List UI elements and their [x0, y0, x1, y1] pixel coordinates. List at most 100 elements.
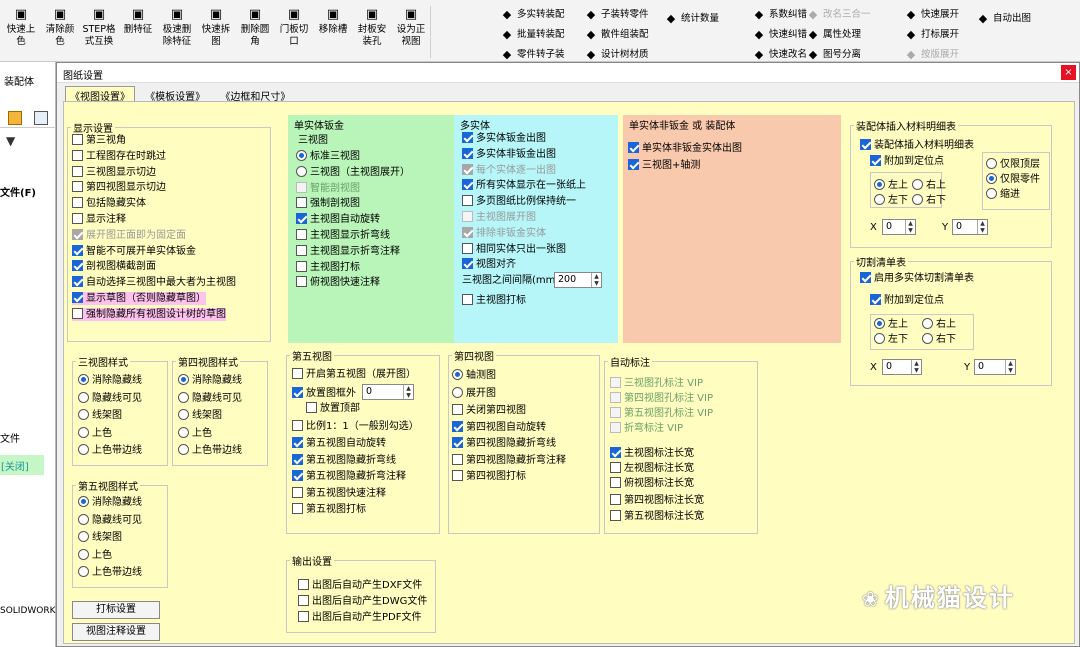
fifth-view-style-4-radio[interactable]: [78, 566, 89, 577]
toolbar-item-10[interactable]: ◆ 属性处理: [806, 28, 861, 42]
bom-scope-top-radio[interactable]: [986, 158, 997, 169]
file-menu-label[interactable]: 文件(F): [0, 184, 36, 199]
multi-main-view-mark[interactable]: 主视图打标: [462, 294, 526, 307]
cube-icon[interactable]: [8, 111, 22, 125]
fourth-view-style-0-radio[interactable]: [178, 374, 189, 385]
single-sheet-option-4[interactable]: 主视图自动旋转: [296, 213, 380, 226]
toolbar-button-2[interactable]: ▣ STEP格式互换: [82, 8, 116, 48]
toolbar-item-2[interactable]: ◆ 批量转装配: [500, 28, 565, 42]
fifth-view-option-2-checkbox[interactable]: [292, 470, 303, 481]
multi-body-option-6-checkbox[interactable]: [462, 226, 473, 238]
fifth-view-style-2-radio[interactable]: [78, 531, 89, 542]
fourth-view-option-0-checkbox[interactable]: [452, 404, 463, 415]
cut-corner-top-right[interactable]: 右上: [922, 318, 956, 331]
multi-body-option-3[interactable]: 所有实体显示在一张纸上: [462, 179, 586, 192]
multi-body-option-8[interactable]: 视图对齐: [462, 258, 516, 271]
three-view-style-4[interactable]: 上色带边线: [78, 444, 142, 457]
multi-body-option-8-checkbox[interactable]: [462, 258, 473, 270]
vip-dim-3[interactable]: 折弯标注 VIP: [610, 422, 683, 435]
three-view-style-0-radio[interactable]: [78, 374, 89, 385]
toolbar-button-3[interactable]: ▣ 删特征: [121, 8, 155, 36]
single-sheet-option-6-checkbox[interactable]: [296, 244, 307, 256]
display-option-1[interactable]: 工程图存在时跳过: [72, 149, 166, 163]
fifth-view-option-3-checkbox[interactable]: [292, 486, 303, 498]
fourth-view-style-3-radio[interactable]: [178, 426, 189, 438]
multi-body-option-1-checkbox[interactable]: [462, 147, 473, 159]
cut-y-spinner[interactable]: 0 ▲ ▼: [974, 359, 1016, 375]
three-view-style-3-radio[interactable]: [78, 426, 89, 438]
output-option-2[interactable]: 出图后自动产生PDF文件: [298, 611, 421, 624]
fourth-view-option-0[interactable]: 关闭第四视图: [452, 404, 526, 417]
non-sheet-option-0[interactable]: 单实体非钣金实体出图: [628, 142, 742, 155]
bom-corner-bottom-left[interactable]: 左下: [874, 194, 908, 207]
vip-dim-2-checkbox[interactable]: [610, 407, 621, 418]
auto-dim-option-1[interactable]: 左视图标注长宽: [610, 462, 694, 475]
single-sheet-option-5[interactable]: 主视图显示折弯线: [296, 229, 390, 242]
multi-body-option-7-checkbox[interactable]: [462, 242, 473, 254]
fifth-view-option-0[interactable]: 第五视图自动旋转: [292, 437, 386, 450]
fifth-view-option-2[interactable]: 第五视图隐藏折弯注释: [292, 470, 406, 483]
display-option-8[interactable]: 剖视图横截剖面: [72, 260, 156, 273]
spinner-arrows-icon[interactable]: ▲ ▼: [1005, 360, 1015, 374]
fourth-view-style-1-radio[interactable]: [178, 391, 189, 403]
display-option-6-checkbox[interactable]: [72, 228, 83, 240]
toolbar-item-4[interactable]: ◆ 零件转子装: [500, 48, 565, 62]
output-option-0-checkbox[interactable]: [298, 579, 309, 590]
fourth-view-option-4-checkbox[interactable]: [452, 470, 463, 481]
toolbar-item-6[interactable]: ◆ 统计数量: [664, 12, 719, 26]
auto-dim-option-1-checkbox[interactable]: [610, 462, 621, 473]
three-view-style-0[interactable]: 消除隐藏线: [78, 374, 142, 387]
closed-tag[interactable]: [关闭]: [0, 455, 44, 475]
fourth-view-axonometric-radio[interactable]: [452, 369, 463, 380]
fifth-view-style-3-radio[interactable]: [78, 548, 89, 560]
display-option-0[interactable]: 第三视角: [72, 134, 126, 147]
filter-icon[interactable]: ▼: [6, 134, 15, 148]
display-option-4-checkbox[interactable]: [72, 197, 83, 209]
fourth-view-style-2[interactable]: 线架图: [178, 409, 222, 422]
output-option-0[interactable]: 出图后自动产生DXF文件: [298, 579, 422, 592]
fourth-view-flat[interactable]: 展开图: [452, 387, 496, 400]
fourth-view-option-1-checkbox[interactable]: [452, 420, 463, 432]
bom-attach-anchor-checkbox[interactable]: [870, 155, 881, 166]
multi-body-option-3-checkbox[interactable]: [462, 179, 473, 191]
fourth-view-style-1[interactable]: 隐藏线可见: [178, 391, 242, 405]
output-option-1[interactable]: 出图后自动产生DWG文件: [298, 595, 427, 608]
multi-body-option-2[interactable]: 每个实体逐一出图: [462, 163, 556, 177]
fourth-view-flat-radio[interactable]: [452, 387, 463, 398]
fifth-view-style-2[interactable]: 线架图: [78, 531, 122, 544]
cut-attach-anchor-checkbox[interactable]: [870, 294, 881, 305]
bom-scope-indent[interactable]: 缩进: [986, 188, 1020, 201]
auto-dim-option-4[interactable]: 第五视图标注长宽: [610, 510, 704, 523]
display-option-10[interactable]: 显示草图（否则隐藏草图）: [72, 292, 206, 305]
cut-corner-top-left-radio[interactable]: [874, 318, 885, 329]
fifth-view-option-4[interactable]: 第五视图打标: [292, 503, 366, 516]
bom-insert[interactable]: 装配体插入材料明细表: [860, 139, 974, 152]
toolbar-button-8[interactable]: ▣ 移除槽: [316, 8, 350, 36]
multi-body-option-0-checkbox[interactable]: [462, 132, 473, 143]
cut-corner-top-left[interactable]: 左上: [874, 318, 908, 331]
spinner-arrows-icon[interactable]: ▲ ▼: [911, 360, 921, 374]
vip-dim-0[interactable]: 三视图孔标注 VIP: [610, 377, 703, 390]
spinner-arrows-icon[interactable]: ▲ ▼: [905, 220, 915, 234]
multi-body-option-5[interactable]: 主视图展开图: [462, 211, 536, 224]
bom-scope-parts-radio[interactable]: [986, 173, 997, 184]
cut-list-enable[interactable]: 启用多实体切割清单表: [860, 272, 974, 285]
fifth-view-style-1[interactable]: 隐藏线可见: [78, 513, 142, 527]
fourth-view-style-3[interactable]: 上色: [178, 426, 212, 440]
toolbar-button-0[interactable]: ▣ 快速上色: [4, 8, 38, 48]
fifth-view-option-0-checkbox[interactable]: [292, 437, 303, 448]
fifth-view-style-3[interactable]: 上色: [78, 548, 112, 562]
multi-body-option-7[interactable]: 相同实体只出一张图: [462, 242, 566, 256]
toolbar-button-4[interactable]: ▣ 极速删除特征: [160, 8, 194, 48]
vip-dim-2[interactable]: 第五视图孔标注 VIP: [610, 407, 713, 420]
fifth-view-style-0[interactable]: 消除隐藏线: [78, 496, 142, 509]
fifth-view-option-1[interactable]: 第五视图隐藏折弯线: [292, 453, 396, 467]
output-option-2-checkbox[interactable]: [298, 611, 309, 622]
cut-corner-bottom-right-radio[interactable]: [922, 333, 933, 344]
fifth-view-top-checkbox[interactable]: [306, 402, 317, 413]
non-sheet-option-1[interactable]: 三视图+轴测: [628, 159, 700, 172]
display-option-11[interactable]: 强制隐藏所有视图设计树的草图: [72, 307, 226, 321]
toolbar-button-9[interactable]: ▣ 封板安装孔: [355, 8, 389, 48]
fifth-view-style-1-radio[interactable]: [78, 513, 89, 525]
vip-dim-0-checkbox[interactable]: [610, 377, 621, 388]
